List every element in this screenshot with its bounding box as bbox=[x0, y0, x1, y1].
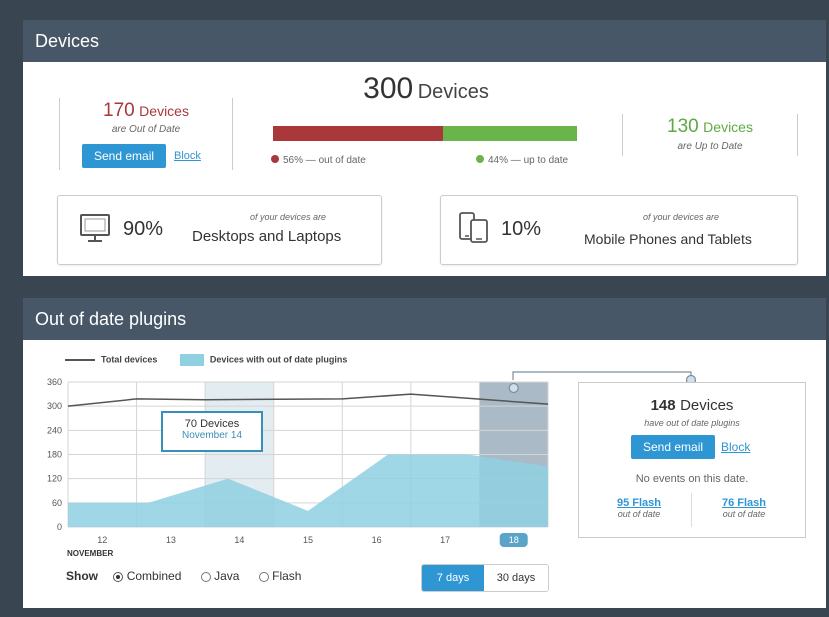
out-of-date-unit: Devices bbox=[139, 103, 189, 119]
month-label: NOVEMBER bbox=[67, 549, 114, 558]
selected-count: 148 bbox=[650, 397, 676, 414]
filter-java[interactable]: Java bbox=[200, 569, 243, 583]
radio-selected-icon[interactable] bbox=[113, 571, 124, 582]
show-label: Show bbox=[66, 569, 98, 583]
plugins-panel-title: Out of date plugins bbox=[23, 298, 826, 340]
outdated-area-swatch bbox=[179, 354, 204, 366]
send-email-button[interactable]: Send email bbox=[82, 144, 167, 168]
up-to-date-unit: Devices bbox=[703, 119, 753, 135]
radio-icon[interactable] bbox=[258, 571, 269, 582]
legend-total-label: Total devices bbox=[101, 354, 158, 365]
show-filter-group: Show Combined Java Flash bbox=[66, 569, 301, 583]
range-toggle: 7 days 30 days bbox=[421, 564, 549, 592]
x-tick-label: 15 bbox=[303, 535, 313, 545]
up-to-date-subtitle: are Up to Date bbox=[677, 141, 743, 152]
tooltip-title: 70 Devices bbox=[184, 418, 240, 430]
send-email-button[interactable]: Send email bbox=[631, 435, 716, 459]
y-tick-label: 0 bbox=[57, 522, 62, 532]
filter-combined[interactable]: Combined bbox=[113, 569, 184, 583]
desktops-caption: of your devices are bbox=[249, 212, 327, 222]
flash-left-link[interactable]: 95 Flash bbox=[599, 497, 679, 509]
mobile-percent: 10% bbox=[501, 218, 542, 240]
filter-flash-label: Flash bbox=[272, 569, 302, 583]
flash-right-sub: out of date bbox=[722, 509, 766, 519]
block-link[interactable]: Block bbox=[174, 150, 201, 162]
total-devices-unit: Devices bbox=[417, 81, 489, 103]
flash-right-stat: 76 Flash out of date bbox=[704, 497, 784, 519]
x-tick-label: 13 bbox=[166, 535, 176, 545]
y-tick-label: 240 bbox=[47, 425, 62, 435]
desktops-card: 90% of your devices are Desktops and Lap… bbox=[57, 195, 382, 265]
selected-date-card: 148 Devices have out of date plugins Sen… bbox=[578, 382, 806, 538]
divider bbox=[691, 493, 692, 527]
chart-tooltip: 70 Devices November 14 bbox=[161, 411, 263, 452]
phone-tablet-icon bbox=[457, 210, 491, 249]
devices-panel: Devices 170 Devices are Out of Date Send… bbox=[23, 20, 826, 276]
y-tick-label: 120 bbox=[47, 474, 62, 484]
x-tick-label: 18 bbox=[509, 535, 519, 545]
flash-left-sub: out of date bbox=[617, 509, 661, 519]
selected-unit: Devices bbox=[680, 397, 734, 414]
device-status-bar bbox=[273, 126, 577, 141]
out-of-date-subtitle: are Out of Date bbox=[111, 124, 181, 135]
plugins-chart: 0 60 120 180 240 300 360 12 13 14 15 16 17 18 bbox=[47, 377, 549, 547]
range-30-days-button[interactable]: 30 days bbox=[484, 565, 548, 591]
desktops-label: Desktops and Laptops bbox=[192, 228, 342, 245]
mobile-caption: of your devices are bbox=[642, 212, 720, 222]
x-tick-label: 16 bbox=[372, 535, 382, 545]
legend-outdated-label: Devices with out of date plugins bbox=[209, 354, 348, 365]
device-status-bar-out-of-date bbox=[273, 126, 444, 141]
out-of-date-count: 170 bbox=[103, 100, 135, 121]
chart-legend: Total devices Devices with out of date p… bbox=[65, 354, 347, 366]
filter-combined-label: Combined bbox=[126, 569, 182, 583]
radio-icon[interactable] bbox=[200, 571, 211, 582]
flash-right-link[interactable]: 76 Flash bbox=[704, 497, 784, 509]
x-tick-label: 14 bbox=[234, 535, 244, 545]
red-dot-icon bbox=[271, 155, 279, 163]
no-events-text: No events on this date. bbox=[635, 473, 749, 485]
flash-left-stat: 95 Flash out of date bbox=[599, 497, 679, 519]
tooltip-date: November 14 bbox=[181, 430, 243, 441]
up-to-date-block: 130 Devices are Up to Date bbox=[622, 114, 798, 156]
up-to-date-legend: 44% — up to date bbox=[476, 155, 568, 166]
total-devices-line bbox=[67, 393, 549, 407]
filter-flash[interactable]: Flash bbox=[258, 569, 302, 583]
total-line-swatch bbox=[65, 359, 95, 361]
up-to-date-count: 130 bbox=[667, 116, 699, 137]
devices-panel-title: Devices bbox=[23, 20, 826, 62]
range-7-days-button[interactable]: 7 days bbox=[422, 565, 484, 591]
y-tick-label: 300 bbox=[47, 401, 62, 411]
monitor-icon bbox=[78, 212, 112, 251]
out-of-date-block: 170 Devices are Out of Date Send email B… bbox=[59, 98, 233, 170]
x-tick-label: 12 bbox=[97, 535, 107, 545]
plugins-panel: Out of date plugins Total devices Device… bbox=[23, 298, 826, 608]
total-devices-count: 300 bbox=[363, 72, 414, 105]
total-devices: 300 Devices bbox=[273, 72, 579, 106]
out-of-date-percent-label: 56% — out of date bbox=[283, 155, 366, 166]
mobile-label: Mobile Phones and Tablets bbox=[584, 231, 752, 247]
out-of-date-legend: 56% — out of date bbox=[271, 155, 366, 166]
y-tick-label: 360 bbox=[47, 377, 62, 387]
selected-subtitle: have out of date plugins bbox=[644, 418, 740, 428]
mobile-card: 10% of your devices are Mobile Phones an… bbox=[440, 195, 798, 265]
green-dot-icon bbox=[476, 155, 484, 163]
x-tick-label: 17 bbox=[440, 535, 450, 545]
outdated-plugins-area bbox=[68, 454, 548, 527]
block-link[interactable]: Block bbox=[721, 440, 750, 454]
filter-java-label: Java bbox=[214, 569, 240, 583]
desktops-percent: 90% bbox=[123, 218, 164, 240]
up-to-date-percent-label: 44% — up to date bbox=[488, 155, 569, 166]
y-tick-label: 180 bbox=[47, 450, 62, 460]
y-tick-label: 60 bbox=[52, 498, 62, 508]
